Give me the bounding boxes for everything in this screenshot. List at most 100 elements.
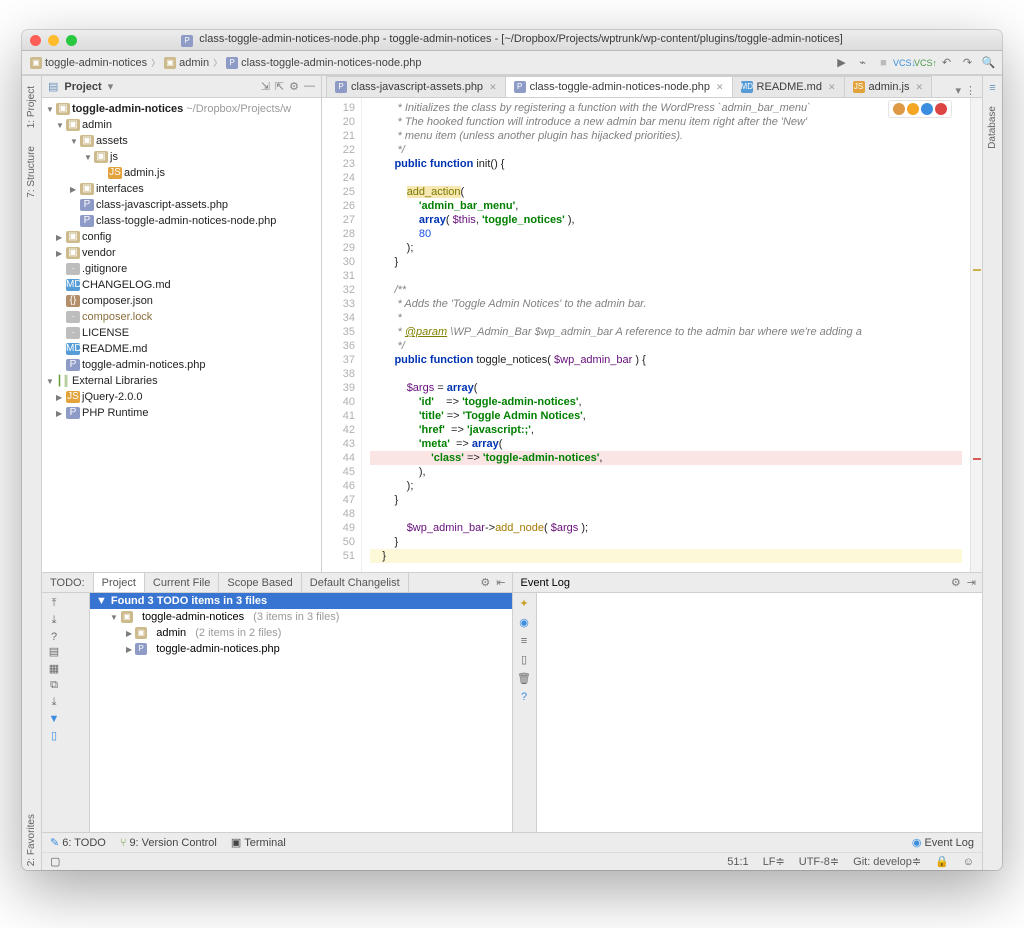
main-toolbar: ▶ ⌁ ■ VCS↓ VCS↑ ↶ ↷ 🔍 <box>834 55 996 70</box>
line-number-gutter[interactable]: 1920212223242526272829303132333435363738… <box>322 98 362 572</box>
editor-body[interactable]: 1920212223242526272829303132333435363738… <box>322 98 982 572</box>
vcs-update-icon[interactable]: VCS↓ <box>897 55 912 70</box>
tree-icon[interactable]: ⧉ <box>50 679 58 692</box>
php-file-icon: P <box>181 35 193 47</box>
close-icon[interactable]: ✕ <box>915 82 923 93</box>
status-eventlog-button[interactable]: ◉Event Log <box>912 836 974 849</box>
todo-tool-window: TODO: Project Current File Scope Based D… <box>42 573 513 832</box>
hide-icon[interactable]: ⇤ <box>496 576 505 589</box>
project-panel-header[interactable]: ▤ Project ▾ ⇲ ⇱ ⚙ — <box>42 76 321 98</box>
expand-icon[interactable]: ⤒ <box>52 597 57 610</box>
todo-header: TODO: Project Current File Scope Based D… <box>42 573 512 593</box>
tool-windows-toggle-icon[interactable]: ▢ <box>50 855 60 868</box>
php-file-icon: P <box>66 359 80 371</box>
crumb-admin[interactable]: admin <box>179 57 209 69</box>
group-icon[interactable]: ▦ <box>49 662 59 675</box>
trash-icon[interactable]: 🗑 <box>517 672 531 685</box>
todo-tab-changes[interactable]: Default Changelist <box>302 573 409 592</box>
bottom-dock: TODO: Project Current File Scope Based D… <box>42 572 982 832</box>
todo-tab-scope[interactable]: Scope Based <box>219 573 301 592</box>
breadcrumb[interactable]: ▣toggle-admin-notices 〉 ▣admin 〉 Pclass-… <box>28 56 834 69</box>
clear-icon[interactable]: ▯ <box>521 653 527 666</box>
tab-class-javascript-assets[interactable]: Pclass-javascript-assets.php✕ <box>326 76 506 97</box>
status-todo-button[interactable]: ✎6: TODO <box>50 836 106 849</box>
view-mode-icon[interactable]: ▤ <box>48 80 58 93</box>
window-controls <box>30 35 77 46</box>
chevron-right-icon: 〉 <box>151 56 160 69</box>
code-area[interactable]: * Initializes the class by registering a… <box>362 98 970 572</box>
tool-project-tab[interactable]: 1: Project <box>26 82 37 132</box>
gear-icon[interactable]: ⚙ <box>289 80 299 93</box>
undo-icon[interactable]: ↶ <box>939 55 954 70</box>
crumb-root[interactable]: toggle-admin-notices <box>45 57 147 69</box>
todo-tab-current[interactable]: Current File <box>145 573 219 592</box>
tabs-more-icon[interactable]: ⋮ <box>965 84 976 97</box>
editor-marker-bar[interactable] <box>970 98 982 572</box>
caret-position[interactable]: 51:1 <box>727 856 748 868</box>
tab-readme[interactable]: MDREADME.md✕ <box>732 76 845 97</box>
safari-icon[interactable] <box>921 103 933 115</box>
tool-structure-tab[interactable]: 7: Structure <box>26 142 37 202</box>
hide-icon[interactable]: — <box>304 80 315 93</box>
zoom-window-button[interactable] <box>66 35 77 46</box>
run-icon[interactable]: ▶ <box>834 55 849 70</box>
event-log-empty <box>537 593 983 832</box>
gear-icon[interactable]: ⚙ <box>951 576 961 589</box>
chevron-right-icon: 〉 <box>213 56 222 69</box>
minimize-window-button[interactable] <box>48 35 59 46</box>
debug-icon[interactable]: ⌁ <box>855 55 870 70</box>
folder-icon: ▣ <box>164 57 176 69</box>
main-content: 1: Project 7: Structure 2: Favorites ▤ P… <box>22 75 1002 870</box>
autoscroll-icon[interactable]: ▤ <box>49 645 59 658</box>
mark-read-icon[interactable]: ≡ <box>521 635 527 647</box>
tab-admin-js[interactable]: JSadmin.js✕ <box>844 76 933 97</box>
todo-tab-project[interactable]: Project <box>94 573 145 592</box>
close-window-button[interactable] <box>30 35 41 46</box>
status-terminal-button[interactable]: ▣Terminal <box>231 836 286 849</box>
ide-window: P class-toggle-admin-notices-node.php - … <box>22 30 1002 870</box>
crumb-file[interactable]: class-toggle-admin-notices-node.php <box>241 57 421 69</box>
close-icon[interactable]: ✕ <box>489 82 497 93</box>
project-tree[interactable]: ▼▣toggle-admin-notices~/Dropbox/Projects… <box>42 98 321 572</box>
export-icon[interactable]: ⤓ <box>52 696 57 709</box>
collapse-icon[interactable]: ⇱ <box>275 80 284 93</box>
hide-icon[interactable]: ⇥ <box>967 576 976 589</box>
window-title: P class-toggle-admin-notices-node.php - … <box>22 33 1002 47</box>
line-separator[interactable]: LF≑ <box>763 855 785 868</box>
filter-icon[interactable]: ▼ <box>49 713 60 725</box>
php-file-icon: P <box>80 199 94 211</box>
status-vcs-button[interactable]: ⑂9: Version Control <box>120 837 217 849</box>
close-icon[interactable]: ✕ <box>828 82 836 93</box>
lock-icon[interactable]: 🔒 <box>935 855 949 868</box>
library-icon: ┃║ <box>56 376 70 387</box>
settings-icon[interactable]: ✦ <box>519 597 528 610</box>
redo-icon[interactable]: ↷ <box>960 55 975 70</box>
tool-favorites-tab[interactable]: 2: Favorites <box>26 810 37 870</box>
opera-icon[interactable] <box>935 103 947 115</box>
preview-icon[interactable]: ▯ <box>51 729 57 742</box>
tabs-dropdown-icon[interactable]: ▾ <box>955 84 961 97</box>
vcs-commit-icon[interactable]: VCS↑ <box>918 55 933 70</box>
autoscroll-icon[interactable]: ⇲ <box>261 80 270 93</box>
collapse-icon[interactable]: ⤓ <box>52 614 57 627</box>
tab-class-toggle-admin-notices-node[interactable]: Pclass-toggle-admin-notices-node.php✕ <box>505 76 733 97</box>
help-icon[interactable]: ? <box>51 631 57 643</box>
todo-tree[interactable]: ▼Found 3 TODO items in 3 files ▼▣ toggle… <box>90 593 512 832</box>
git-branch[interactable]: Git: develop≑ <box>853 855 921 868</box>
gear-icon[interactable]: ⚙ <box>480 576 490 589</box>
folder-icon: ▣ <box>66 231 80 243</box>
hector-icon[interactable]: ☺ <box>963 856 974 868</box>
browser-preview-badge[interactable] <box>888 100 952 118</box>
stop-icon[interactable]: ■ <box>876 55 891 70</box>
tool-database-tab[interactable]: Database <box>987 102 998 151</box>
balloon-icon[interactable]: ◉ <box>519 616 529 629</box>
search-icon[interactable]: 🔍 <box>981 55 996 70</box>
project-panel-title: Project <box>64 81 101 93</box>
chrome-icon[interactable] <box>893 103 905 115</box>
database-icon[interactable]: ≡ <box>989 82 995 94</box>
help-icon[interactable]: ? <box>521 691 527 703</box>
firefox-icon[interactable] <box>907 103 919 115</box>
close-icon[interactable]: ✕ <box>716 82 724 93</box>
titlebar[interactable]: P class-toggle-admin-notices-node.php - … <box>22 30 1002 51</box>
file-encoding[interactable]: UTF-8≑ <box>799 855 839 868</box>
